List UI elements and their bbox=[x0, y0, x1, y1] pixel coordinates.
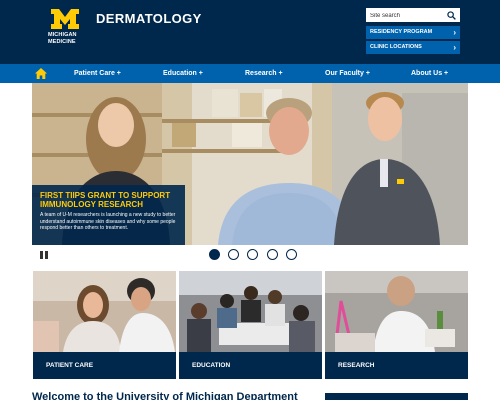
site-header: MICHIGAN MEDICINE DERMATOLOGY RESIDENCY … bbox=[0, 0, 500, 64]
card-label: PATIENT CARE bbox=[33, 352, 176, 379]
welcome-heading: Welcome to the University of Michigan De… bbox=[32, 391, 298, 400]
site-search bbox=[366, 8, 460, 22]
hero-caption[interactable]: FIRST TIIPS GRANT TO SUPPORT IMMUNOLOGY … bbox=[32, 185, 185, 245]
hero-text: A team of U-M researchers is launching a… bbox=[40, 212, 176, 231]
card-label: EDUCATION bbox=[179, 352, 322, 379]
hero-title[interactable]: FIRST TIIPS GRANT TO SUPPORT IMMUNOLOGY … bbox=[40, 191, 177, 209]
card-label: RESEARCH bbox=[325, 352, 468, 379]
education-photo bbox=[179, 271, 322, 352]
card-patient-care[interactable]: PATIENT CARE bbox=[33, 271, 176, 379]
nav-item-our-faculty[interactable]: Our Faculty + bbox=[325, 64, 370, 83]
home-icon[interactable] bbox=[35, 68, 47, 79]
slide-dot-2[interactable] bbox=[228, 249, 239, 260]
clinic-locations-label: CLINIC LOCATIONS bbox=[370, 44, 422, 50]
nav-item-education[interactable]: Education + bbox=[163, 64, 203, 83]
pause-button[interactable] bbox=[40, 251, 48, 259]
slide-dot-1[interactable] bbox=[209, 249, 220, 260]
page: MICHIGAN MEDICINE DERMATOLOGY RESIDENCY … bbox=[0, 0, 500, 400]
patient-care-photo bbox=[33, 271, 176, 352]
main-nav: Patient Care + Education + Research + Ou… bbox=[0, 64, 500, 83]
chevron-right-icon: › bbox=[453, 28, 456, 37]
nav-item-about-us[interactable]: About Us + bbox=[411, 64, 448, 83]
residency-program-button[interactable]: RESIDENCY PROGRAM › bbox=[366, 26, 460, 39]
logo-text-line2: MEDICINE bbox=[48, 39, 76, 45]
search-icon[interactable] bbox=[447, 11, 456, 20]
sidebar-box bbox=[325, 393, 468, 400]
chevron-right-icon: › bbox=[453, 43, 456, 52]
residency-program-label: RESIDENCY PROGRAM bbox=[370, 29, 433, 35]
michigan-medicine-logo[interactable]: MICHIGAN MEDICINE bbox=[48, 9, 82, 55]
research-photo bbox=[325, 271, 468, 352]
logo-text-line1: MICHIGAN bbox=[48, 32, 77, 38]
slide-dot-5[interactable] bbox=[286, 249, 297, 260]
card-education[interactable]: EDUCATION bbox=[179, 271, 322, 379]
block-m-icon bbox=[51, 9, 79, 29]
nav-item-patient-care[interactable]: Patient Care + bbox=[74, 64, 121, 83]
nav-item-research[interactable]: Research + bbox=[245, 64, 283, 83]
clinic-locations-button[interactable]: CLINIC LOCATIONS › bbox=[366, 41, 460, 54]
pause-icon bbox=[40, 251, 43, 259]
search-input[interactable] bbox=[370, 10, 446, 21]
card-research[interactable]: RESEARCH bbox=[325, 271, 468, 379]
slide-dot-4[interactable] bbox=[267, 249, 278, 260]
department-title[interactable]: DERMATOLOGY bbox=[96, 11, 202, 26]
slide-dot-3[interactable] bbox=[247, 249, 258, 260]
